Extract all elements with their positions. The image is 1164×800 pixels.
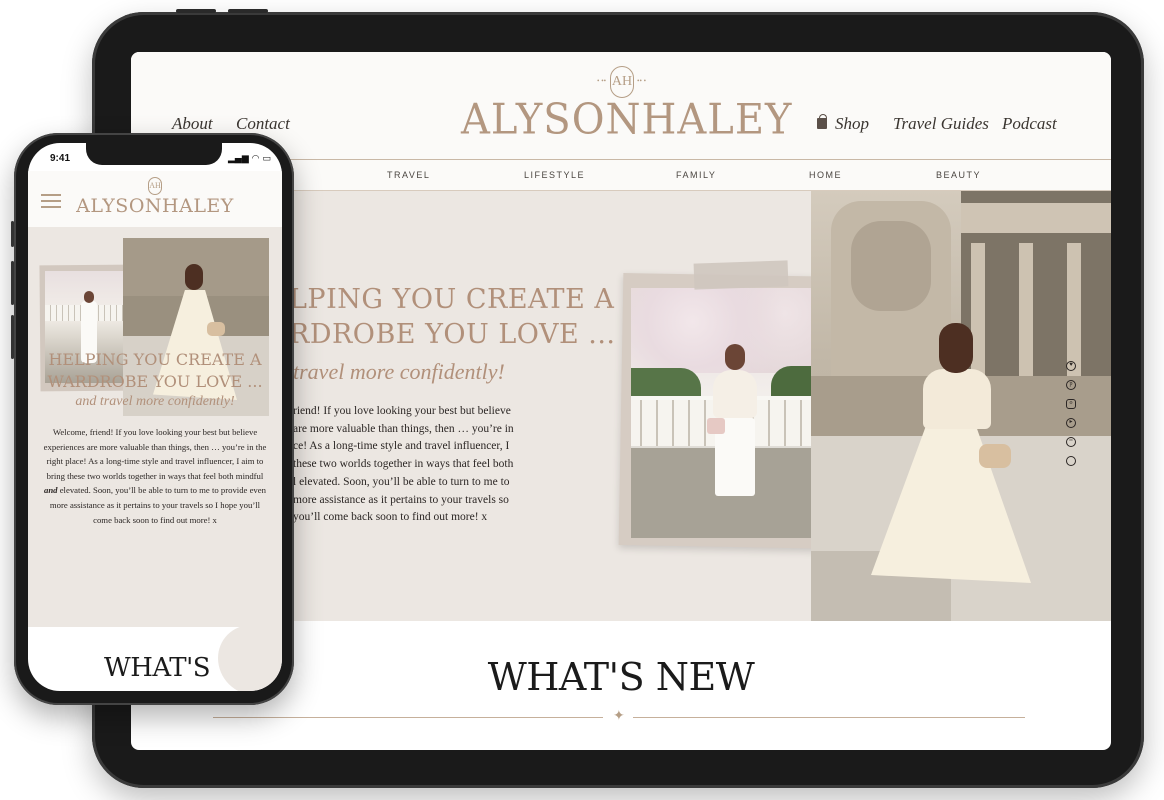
phone-side-button — [11, 221, 14, 247]
monogram-ornament: • •• — [597, 77, 607, 85]
status-time: 9:41 — [50, 153, 71, 164]
phone-side-button — [11, 261, 14, 305]
hero-headline: HELPING YOU CREATE A WARDROBE YOU LOVE .… — [47, 350, 263, 391]
section-divider-line — [213, 717, 603, 718]
tape-decoration — [693, 260, 789, 290]
category-travel[interactable]: TRAVEL — [387, 170, 430, 180]
category-lifestyle[interactable]: LIFESTYLE — [524, 170, 585, 180]
social-icons: ♥ p o ▸ ≈ — [1066, 361, 1080, 475]
decorative-blob — [218, 625, 282, 691]
photo-figure — [84, 291, 94, 303]
photo-handbag — [707, 418, 725, 434]
photo-figure — [713, 370, 757, 418]
nav-contact-link[interactable]: Contact — [236, 114, 290, 134]
photo-column — [971, 243, 985, 383]
tablet-volume-button — [176, 9, 216, 13]
category-beauty[interactable]: BEAUTY — [936, 170, 981, 180]
whats-new-heading: WHAT'S — [104, 653, 211, 683]
monogram-logo[interactable]: AH — [148, 177, 162, 195]
hero-subheadline: and travel more confidently! — [75, 394, 235, 409]
photo-figure — [185, 264, 203, 290]
photo-pediment — [961, 203, 1111, 233]
photo-figure — [725, 344, 745, 370]
category-home[interactable]: HOME — [809, 170, 842, 180]
hero-body-text: Welcome, friend! If you love looking you… — [42, 425, 268, 527]
nav-travel-guides-link[interactable]: Travel Guides — [893, 114, 989, 134]
photo-handbag — [207, 322, 225, 336]
phone-notch — [86, 143, 222, 165]
phone-side-button — [11, 315, 14, 359]
pinterest-icon[interactable]: p — [1066, 380, 1076, 390]
monogram-ornament: •• • — [637, 77, 647, 85]
hero-photo-balustrade — [631, 288, 836, 538]
photo-figure — [939, 323, 973, 373]
hero-headline-line1: LPING YOU CREATE A — [289, 284, 615, 315]
section-divider-line — [633, 717, 1025, 718]
search-icon[interactable] — [1066, 456, 1076, 466]
nav-shop-link[interactable]: Shop — [835, 114, 869, 134]
heart-icon[interactable]: ♥ — [1066, 361, 1076, 371]
photo-handbag — [979, 444, 1011, 468]
hero-headline-line2: RDROBE YOU LOVE ... — [289, 319, 616, 350]
hero-body-emphasis: and — [44, 485, 58, 496]
sparkle-icon: ✦ — [613, 709, 625, 724]
instagram-icon[interactable]: o — [1066, 399, 1076, 409]
shopping-bag-icon[interactable] — [817, 114, 827, 129]
category-family[interactable]: FAMILY — [676, 170, 716, 180]
status-icons: ▂▄▆ ◠ ▭ — [228, 154, 271, 164]
photo-hedge — [631, 368, 701, 398]
monogram-logo[interactable]: AH — [610, 66, 634, 98]
photo-figure — [923, 369, 991, 429]
spotify-icon[interactable]: ≈ — [1066, 437, 1076, 447]
tablet-volume-button — [228, 9, 268, 13]
photo-fountain — [851, 221, 931, 311]
hero-body-part: elevated. Soon, you’ll be able to turn t… — [49, 485, 266, 525]
site-logo[interactable]: ALYSONHALEY — [68, 195, 242, 217]
nav-podcast-link[interactable]: Podcast — [1002, 114, 1057, 134]
nav-about-link[interactable]: About — [172, 114, 213, 134]
youtube-icon[interactable]: ▸ — [1066, 418, 1076, 428]
hero-subheadline: travel more confidently! — [293, 359, 505, 384]
site-logo[interactable]: ALYSONHALEY — [461, 96, 791, 144]
photo-column — [1019, 243, 1033, 383]
hamburger-menu-icon[interactable] — [41, 194, 61, 208]
hero-body-text: riend! If you love looking your best but… — [293, 405, 514, 524]
hero-body-part: Welcome, friend! If you love looking you… — [43, 427, 267, 481]
phone-screen: 9:41 ▂▄▆ ◠ ▭ AH ALYSONHALEY HELPING YOU … — [28, 143, 282, 691]
